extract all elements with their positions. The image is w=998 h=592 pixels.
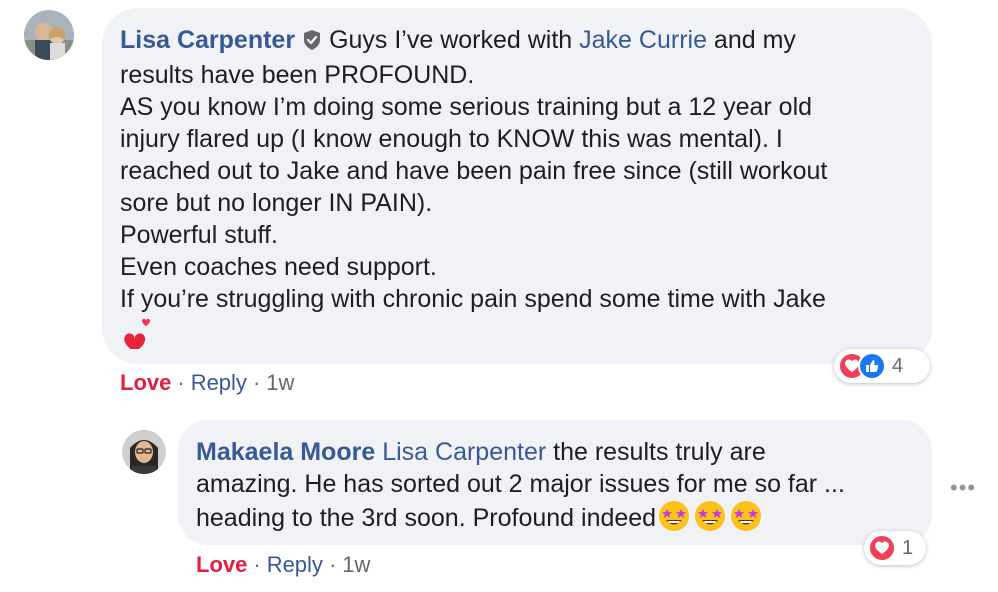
reply-reactions-badge[interactable]: 1 (864, 531, 926, 565)
reply-mention-link[interactable]: Lisa Carpenter (382, 438, 546, 466)
comment-line: and my (706, 26, 796, 54)
separator-dot: · (177, 370, 185, 395)
more-options-icon[interactable]: ••• (950, 475, 976, 501)
reply-timestamp[interactable]: 1w (342, 552, 370, 577)
comment-text: Lisa Carpenter Guys I’ve worked with Jake… (120, 24, 912, 357)
comment-lead-text: Guys I’ve worked with (329, 26, 573, 54)
separator-dot: · (253, 552, 261, 577)
comment-reaction-count: 4 (892, 354, 904, 377)
star-struck-emoji-icon (658, 500, 762, 540)
comment-author-name[interactable]: Lisa Carpenter (120, 26, 295, 54)
comment-line: Powerful stuff. (120, 221, 278, 249)
replier-avatar[interactable] (122, 430, 166, 474)
comment-bubble: Lisa Carpenter Guys I’ve worked with Jake… (102, 8, 932, 364)
verified-badge-icon (301, 27, 323, 59)
separator-dot: · (328, 552, 337, 577)
comment-line: results have been PROFOUND. (120, 61, 475, 89)
comment-mention-link[interactable]: Jake Currie (579, 26, 707, 54)
separator-dot: · (252, 370, 261, 395)
reply-actions: Love · Reply · 1w (196, 552, 370, 578)
sparkling-heart-icon (120, 315, 156, 357)
reply-line: amazing. He has sorted out 2 major issue… (196, 470, 845, 498)
comment-line: Even coaches need support. (120, 253, 437, 281)
reply-line: the results truly are (546, 438, 766, 466)
comment-reply-link[interactable]: Reply (191, 370, 247, 395)
reply-love-link[interactable]: Love (196, 552, 247, 577)
reply-author-name[interactable]: Makaela Moore (196, 438, 375, 466)
like-reaction-icon (858, 352, 886, 380)
comment-line: reached out to Jake and have been pain f… (120, 157, 828, 185)
reply-reaction-count: 1 (902, 536, 914, 559)
reply-bubble: Makaela Moore Lisa Carpenter the results… (178, 420, 932, 545)
comment-line: sore but no longer IN PAIN). (120, 189, 433, 217)
comment-line: If you’re struggling with chronic pain s… (120, 285, 826, 313)
reply-reply-link[interactable]: Reply (267, 552, 323, 577)
heart-reaction-icon (868, 534, 896, 562)
comment-timestamp[interactable]: 1w (266, 370, 294, 395)
reply-text: Makaela Moore Lisa Carpenter the results… (196, 436, 912, 540)
comment-reactions-badge[interactable]: 4 (834, 349, 930, 383)
commenter-avatar[interactable] (24, 10, 74, 60)
comment-love-link[interactable]: Love (120, 370, 171, 395)
reply-line: heading to the 3rd soon. Profound indeed (196, 504, 657, 532)
comment-actions: Love · Reply · 1w (120, 370, 294, 396)
comment-line: AS you know I’m doing some serious train… (120, 93, 813, 121)
comment-line: injury flared up (I know enough to KNOW … (120, 125, 783, 153)
